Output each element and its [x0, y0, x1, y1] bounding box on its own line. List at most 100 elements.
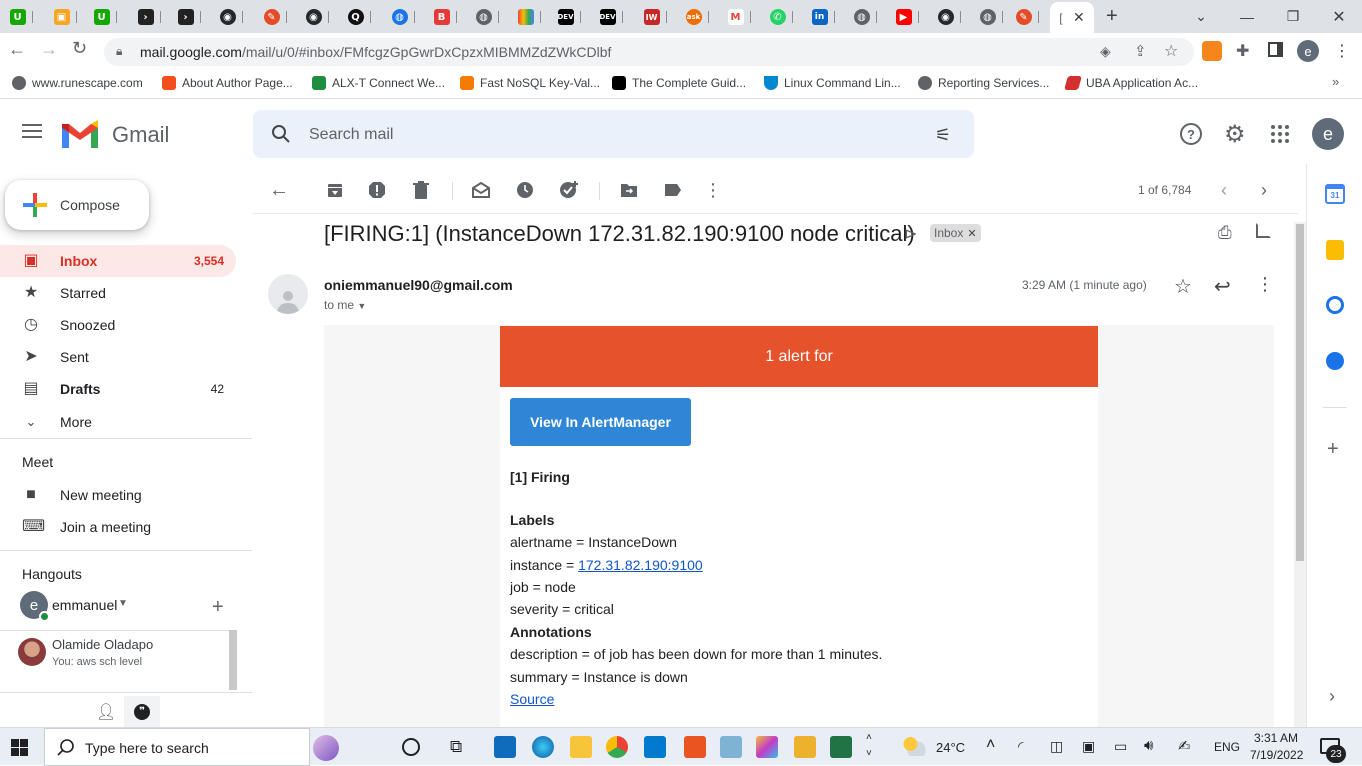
browser-tab[interactable]: ›	[132, 4, 166, 30]
bookmark-item[interactable]: UBA Application Ac...	[1064, 76, 1198, 90]
message-scrollbar-thumb[interactable]	[1296, 224, 1304, 561]
recipient-details[interactable]: to me ▼	[324, 298, 366, 312]
browser-tab[interactable]: ◍	[974, 4, 1008, 30]
browser-tab[interactable]: IW	[638, 4, 672, 30]
print-icon[interactable]: ⎙	[1218, 223, 1232, 243]
browser-tab[interactable]: ask	[680, 4, 714, 30]
bookmark-item[interactable]: The Complete Guid...	[612, 76, 746, 90]
contacts-person-icon[interactable]: 👤︎	[96, 702, 116, 722]
apps-grid-icon[interactable]	[1270, 124, 1290, 144]
instance-link[interactable]: 172.31.82.190:9100	[578, 557, 703, 573]
weather-temperature[interactable]: 24°C	[936, 740, 965, 755]
browser-tab[interactable]: ✎	[258, 4, 292, 30]
bookmark-item[interactable]: Reporting Services...	[918, 76, 1049, 90]
browser-tab[interactable]: ◍	[386, 4, 420, 30]
wifi-icon[interactable]: ◜	[1018, 738, 1023, 755]
input-language[interactable]: ENG	[1214, 740, 1240, 754]
search-icon[interactable]	[271, 124, 291, 144]
calendar-icon[interactable]: 31	[1325, 184, 1345, 204]
bookmark-star-icon[interactable]: ☆	[1164, 41, 1178, 61]
paint-icon[interactable]	[756, 736, 778, 758]
add-task-icon[interactable]	[559, 180, 579, 200]
hangouts-scrollbar[interactable]	[229, 630, 237, 690]
bookmark-item[interactable]: Linux Command Lin...	[764, 76, 901, 90]
browser-tab[interactable]: ✆	[764, 4, 798, 30]
main-menu-icon[interactable]	[22, 124, 42, 126]
clock-time[interactable]: 3:31 AM	[1254, 731, 1298, 745]
keep-icon[interactable]	[1326, 240, 1344, 260]
hangouts-contact[interactable]: Olamide Oladapo You: aws sch level	[0, 630, 236, 690]
sidebar-item-drafts[interactable]: ▤ Drafts 42	[0, 373, 236, 405]
forward-icon[interactable]: →	[40, 39, 58, 60]
close-tab-icon[interactable]: ✕	[1073, 9, 1085, 26]
address-bar[interactable]: 🔒︎ mail.google.com/mail/u/0/#inbox/FMfcg…	[104, 38, 1194, 66]
bookmarks-overflow-icon[interactable]: »	[1332, 74, 1339, 89]
delete-icon[interactable]	[411, 180, 431, 200]
virtualbox-icon[interactable]	[720, 736, 742, 758]
chrome-icon[interactable]	[606, 736, 628, 758]
browser-tab[interactable]: DEV	[594, 4, 628, 30]
vscode-icon[interactable]	[644, 736, 666, 758]
get-addons-plus-icon[interactable]: +	[1327, 438, 1339, 461]
browser-tab[interactable]: ✎	[1010, 4, 1044, 30]
browser-tab[interactable]: U	[88, 4, 122, 30]
mark-unread-icon[interactable]	[471, 180, 491, 200]
archive-icon[interactable]	[325, 180, 345, 200]
new-meeting-button[interactable]: ■ New meeting	[0, 479, 236, 511]
move-to-icon[interactable]	[619, 180, 639, 200]
older-chevron-right-icon[interactable]: ›	[1254, 180, 1274, 200]
tracking-icon[interactable]: ◈	[1100, 43, 1111, 60]
message-more-icon[interactable]: ⋮	[1256, 274, 1274, 295]
screen-capture-icon[interactable]: ▣	[1082, 738, 1095, 755]
hangouts-user-name[interactable]: emmanuel	[52, 597, 117, 613]
bookmark-item[interactable]: About Author Page...	[162, 76, 293, 90]
star-message-icon[interactable]: ☆	[1174, 274, 1192, 299]
contacts-icon[interactable]	[1326, 352, 1344, 370]
extensions-icon[interactable]: ✚	[1236, 41, 1249, 61]
new-tab-icon[interactable]: +	[1106, 5, 1118, 28]
reload-icon[interactable]: ↻	[72, 38, 87, 59]
file-explorer-icon[interactable]	[570, 736, 592, 758]
edge-icon[interactable]	[532, 736, 554, 758]
sidebar-item-snoozed[interactable]: ◷ Snoozed	[0, 309, 236, 341]
open-new-window-icon[interactable]	[1256, 223, 1271, 238]
mail-app-icon[interactable]	[494, 736, 516, 758]
camera-icon[interactable]: ◫	[1050, 738, 1063, 755]
reply-icon[interactable]: ↩	[1214, 274, 1231, 299]
browser-tab[interactable]: ▣	[48, 4, 82, 30]
browser-tab[interactable]: DEV	[552, 4, 586, 30]
metamask-icon[interactable]	[1202, 41, 1222, 61]
back-icon[interactable]: ←	[8, 39, 26, 60]
close-window-icon[interactable]: ✕	[1316, 0, 1362, 33]
status-dropdown-icon[interactable]: ▼	[118, 598, 128, 609]
profile-avatar[interactable]: e	[1297, 40, 1319, 62]
bookmark-item[interactable]: www.runescape.com	[12, 76, 143, 90]
task-view-icon[interactable]: ⧉	[450, 737, 462, 757]
ubuntu-icon[interactable]	[684, 736, 706, 758]
pen-workspace-icon[interactable]: ✍	[1178, 737, 1191, 755]
report-spam-icon[interactable]	[367, 180, 387, 200]
browser-tab-active[interactable]: [ ✕	[1050, 2, 1094, 33]
sidebar-item-sent[interactable]: ➤ Sent	[0, 341, 236, 373]
sidebar-item-more[interactable]: ⌄ More	[0, 406, 236, 438]
browser-menu-icon[interactable]: ⋮	[1334, 41, 1350, 61]
importance-marker-icon[interactable]: ⊳	[904, 224, 917, 244]
browser-tab[interactable]: ◉	[300, 4, 334, 30]
details-dropdown-icon[interactable]: ▼	[357, 301, 366, 311]
battery-icon[interactable]: ▭	[1114, 738, 1127, 755]
snooze-clock-icon[interactable]	[515, 180, 535, 200]
share-icon[interactable]: ⇪	[1134, 42, 1147, 60]
browser-tab[interactable]: ▶	[890, 4, 924, 30]
browser-tab[interactable]: ◉	[214, 4, 248, 30]
gmail-logo-icon[interactable]	[62, 120, 98, 148]
weather-icon[interactable]	[902, 736, 926, 756]
browser-tab[interactable]: in	[806, 4, 840, 30]
search-highlight-icon[interactable]	[313, 735, 339, 761]
newer-chevron-left-icon[interactable]: ‹	[1214, 180, 1234, 200]
browser-tab[interactable]: ◉	[932, 4, 966, 30]
compose-button[interactable]: Compose	[5, 180, 149, 230]
view-in-alertmanager-button[interactable]: View In AlertManager	[510, 398, 691, 446]
browser-tab[interactable]: Q	[342, 4, 376, 30]
tasks-icon[interactable]	[1326, 296, 1344, 314]
join-meeting-button[interactable]: ⌨ Join a meeting	[0, 511, 236, 543]
